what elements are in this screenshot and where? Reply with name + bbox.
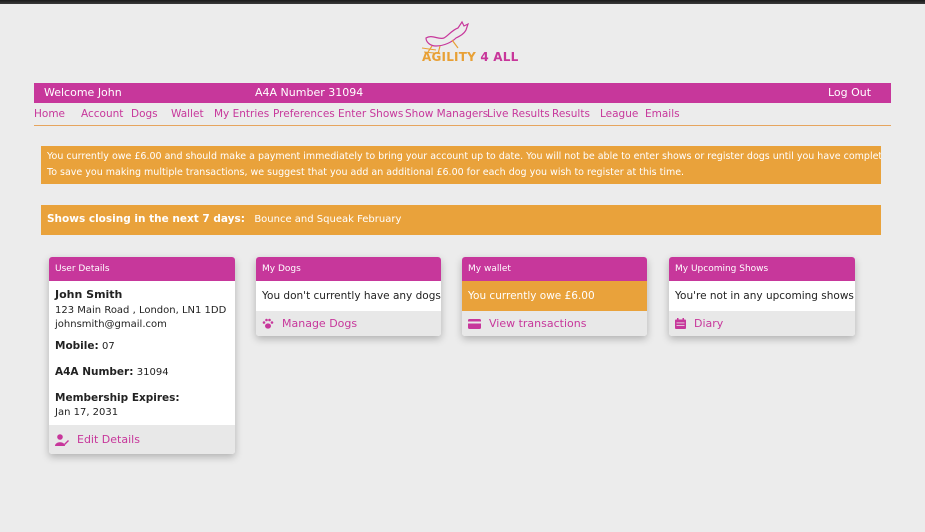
nav-preferences[interactable]: Preferences xyxy=(273,108,335,120)
mobile-label: Mobile: xyxy=(55,340,99,352)
calendar-icon xyxy=(675,318,686,329)
user-edit-icon xyxy=(55,433,69,446)
closing-label: Shows closing in the next 7 days: xyxy=(47,213,245,225)
diary-label: Diary xyxy=(694,317,724,330)
view-transactions-button[interactable]: View transactions xyxy=(462,311,647,336)
nav-my-entries[interactable]: My Entries xyxy=(214,108,269,120)
nav-live-results[interactable]: Live Results xyxy=(487,108,550,120)
manage-dogs-button[interactable]: Manage Dogs xyxy=(256,311,441,336)
alert-line-2: To save you making multiple transactions… xyxy=(47,167,685,178)
nav-enter-shows[interactable]: Enter Shows xyxy=(338,108,403,120)
welcome-bar: Welcome John A4A Number 31094 Log Out xyxy=(34,83,891,103)
alert-line-1: You currently owe £6.00 and should make … xyxy=(47,151,881,162)
a4a-label: A4A Number: xyxy=(55,366,134,378)
nav-home[interactable]: Home xyxy=(34,108,65,120)
upcoming-shows-title: My Upcoming Shows xyxy=(669,257,855,281)
expires-value: Jan 17, 2031 xyxy=(55,407,119,418)
a4a-number-text: A4A Number 31094 xyxy=(255,86,364,99)
main-nav: Home Account Dogs Wallet My Entries Pref… xyxy=(34,104,891,126)
my-wallet-card: My wallet You currently owe £6.00 View t… xyxy=(462,257,647,336)
browser-top-strip xyxy=(0,0,925,4)
nav-show-managers[interactable]: Show Managers xyxy=(405,108,488,120)
user-address: 123 Main Road , London, LN1 1DD xyxy=(55,305,227,316)
my-dogs-title: My Dogs xyxy=(256,257,441,281)
user-email: johnsmith@gmail.com xyxy=(55,319,167,330)
user-name: John Smith xyxy=(55,288,123,301)
user-details-title: User Details xyxy=(49,257,235,281)
welcome-text: Welcome John xyxy=(44,86,122,99)
nav-account[interactable]: Account xyxy=(81,108,123,120)
nav-emails[interactable]: Emails xyxy=(645,108,680,120)
view-transactions-label: View transactions xyxy=(489,317,587,330)
closing-show-link[interactable]: Bounce and Squeak February xyxy=(254,214,401,225)
diary-button[interactable]: Diary xyxy=(669,311,855,336)
nav-dogs[interactable]: Dogs xyxy=(131,108,158,120)
a4a-value: 31094 xyxy=(136,367,169,378)
brand-logo-text: AGILITY 4 ALL xyxy=(422,50,519,64)
manage-dogs-label: Manage Dogs xyxy=(282,317,358,330)
payment-alert: You currently owe £6.00 and should make … xyxy=(41,146,881,184)
my-wallet-title: My wallet xyxy=(462,257,647,281)
nav-wallet[interactable]: Wallet xyxy=(171,108,204,120)
user-details-card: User Details John Smith 123 Main Road , … xyxy=(49,257,235,454)
closing-shows-banner: Shows closing in the next 7 days: Bounce… xyxy=(41,205,881,235)
expires-label: Membership Expires: xyxy=(55,392,180,404)
paw-icon xyxy=(262,318,274,329)
nav-results[interactable]: Results xyxy=(552,108,590,120)
my-dogs-message: You don't currently have any dogs xyxy=(262,290,441,302)
upcoming-shows-card: My Upcoming Shows You're not in any upco… xyxy=(669,257,855,336)
wallet-owe-message: You currently owe £6.00 xyxy=(462,281,647,311)
my-dogs-card: My Dogs You don't currently have any dog… xyxy=(256,257,441,336)
logout-link[interactable]: Log Out xyxy=(828,86,871,99)
edit-details-button[interactable]: Edit Details xyxy=(49,425,235,454)
nav-league[interactable]: League xyxy=(600,108,638,120)
upcoming-shows-message: You're not in any upcoming shows xyxy=(675,290,854,302)
credit-card-icon xyxy=(468,318,481,329)
edit-details-label: Edit Details xyxy=(77,433,140,446)
mobile-value: 07 xyxy=(102,341,115,352)
